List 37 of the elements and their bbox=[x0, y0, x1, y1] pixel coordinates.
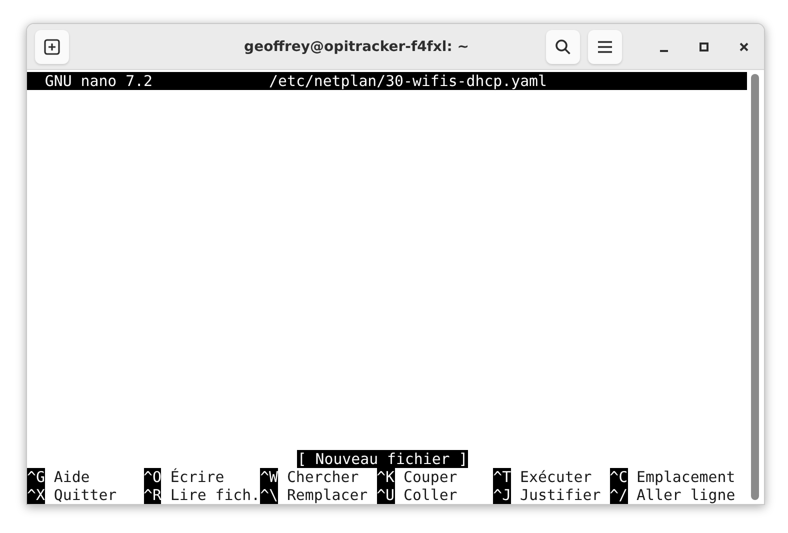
program-name: GNU nano 7.2 bbox=[44, 72, 153, 90]
window-title: geoffrey@opitracker-f4fxl: ~ bbox=[243, 38, 470, 54]
shortcut-key: ^K bbox=[376, 468, 395, 486]
shortcut-key: ^J bbox=[493, 486, 512, 504]
shortcut-label: Chercher bbox=[286, 468, 359, 486]
shortcut-key: ^U bbox=[376, 486, 395, 504]
shortcut-label: Remplacer bbox=[286, 486, 368, 504]
shortcut-label: Emplacement bbox=[636, 468, 736, 486]
shortcut-label: Écrire bbox=[170, 468, 224, 486]
new-tab-button[interactable] bbox=[35, 30, 69, 64]
scrollbar-thumb[interactable] bbox=[751, 74, 759, 500]
shortcut-key: ^G bbox=[27, 468, 45, 486]
shortcut-key: ^C bbox=[610, 468, 628, 486]
shortcut-key: ^X bbox=[27, 486, 45, 504]
minimize-icon bbox=[660, 50, 668, 52]
maximize-icon bbox=[699, 42, 709, 52]
plus-box-icon bbox=[43, 38, 61, 56]
file-name: /etc/netplan/30-wifis-dhcp.yaml bbox=[269, 72, 547, 90]
shortcut-label: Lire fich. bbox=[170, 486, 260, 504]
shortcut-label: Couper bbox=[403, 468, 458, 486]
shortcut-label: Quitter bbox=[54, 486, 117, 504]
shortcut-label: Aller ligne bbox=[636, 486, 736, 504]
shortcut-key: ^/ bbox=[610, 486, 628, 504]
status-message: [ Nouveau fichier ] bbox=[297, 450, 468, 468]
shortcut-label: Justifier bbox=[520, 486, 601, 504]
shortcut-label: Aide bbox=[54, 468, 90, 486]
close-icon bbox=[739, 42, 749, 52]
shortcut-label: Exécuter bbox=[520, 468, 592, 486]
shortcut-key: ^O bbox=[144, 468, 162, 486]
shortcut-key: ^\ bbox=[260, 486, 278, 504]
menu-button[interactable] bbox=[588, 30, 622, 64]
shortcut-key: ^T bbox=[493, 468, 512, 486]
shortcut-key: ^W bbox=[260, 468, 278, 486]
search-icon bbox=[554, 38, 572, 56]
shortcut-key: ^R bbox=[144, 486, 162, 504]
search-button[interactable] bbox=[546, 30, 580, 64]
shortcut-label: Coller bbox=[403, 486, 458, 504]
